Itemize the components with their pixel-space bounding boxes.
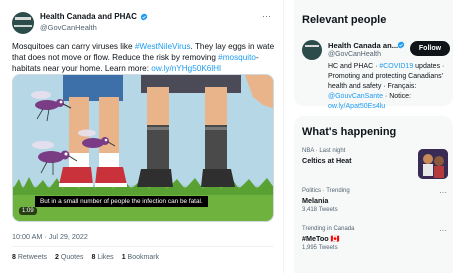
video-caption: But in a small number of people the infe… [35,196,208,207]
trend-title: #MeToo 🇨🇦 [302,234,340,243]
retweets-stat[interactable]: 8 Retweets [12,254,47,261]
stat-count: 8 [12,254,16,261]
trend-more-icon[interactable]: ··· [439,188,447,197]
text-segment: that does not move or flow. Reduce the r… [12,53,219,62]
relevant-people-title: Relevant people [302,14,387,26]
tweet-text-line: habitats near your home. Learn more: ow.… [12,63,274,74]
url-link[interactable]: ow.ly/nYHg50K6lHl [151,64,221,73]
text-segment: . They lay eggs in water [190,42,274,51]
relevant-people-card: Relevant people Health Canada an... @Gov… [294,0,453,110]
avatar-flag [305,45,319,47]
author-name-row: Health Canada and PHAC [40,12,148,21]
tweet-text-line: that does not move or flow. Reduce the r… [12,52,274,63]
trend-count: 3,418 Tweets [302,207,338,213]
avatar-flag [15,17,31,20]
follow-button[interactable]: Follow [410,41,450,56]
person-bio: HC and PHAC · #COVID19 updates · Promoti… [328,62,452,112]
bio-line: @GouvCanSante · Notice: [328,92,452,102]
tweet-stats: 8 Retweets 2 Quotes 8 Likes 1 Bookmark [12,254,159,261]
person-handle: @GovCanHealth [328,51,382,58]
author-name[interactable]: Health Canada and PHAC [40,12,137,21]
text-segment: updates · [413,63,445,70]
tweet-column: Health Canada and PHAC @GovCanHealth ···… [0,0,283,273]
text-segment: - [255,53,259,62]
trend-item[interactable]: Trending in Canada #MeToo 🇨🇦 1,995 Tweet… [302,226,449,251]
text-segment: health and safety · Français: [328,83,417,90]
stat-count: 1 [121,254,126,261]
likes-stat[interactable]: 8 Likes [91,254,113,261]
more-options-icon[interactable]: ··· [262,11,271,21]
person-name[interactable]: Health Canada an... [328,41,404,50]
trend-count: 1,995 Tweets [302,245,338,251]
trend-thumbnail[interactable] [418,149,448,179]
trend-title: Melania [302,196,329,205]
stat-label: Likes [97,254,114,261]
divider [12,246,274,247]
author-avatar[interactable] [12,12,34,34]
trend-item[interactable]: Politics · Trending Melania 3,418 Tweets… [302,188,449,213]
quotes-stat[interactable]: 2 Quotes [55,254,83,261]
video-player[interactable]: But in a small number of people the infe… [12,74,274,222]
text-segment: Mosquitoes can carry viruses like [12,42,135,51]
text-segment: Promoting and protecting Canadians' [328,73,443,80]
basketball-photo-icon [418,149,448,179]
right-sidebar: Relevant people Health Canada an... @Gov… [284,0,453,273]
bio-line: ow.ly/Apat50Es4lu [328,102,452,112]
hashtag-link[interactable]: #WestNileVirus [135,42,191,51]
stat-count: 8 [91,254,96,261]
text-segment: habitats near your home. Learn more: [12,64,152,73]
verified-badge-icon [397,41,405,49]
bio-line: HC and PHAC · #COVID19 updates · [328,62,452,72]
person-avatar[interactable] [302,40,322,60]
bookmarks-stat[interactable]: 1 Bookmark [122,254,159,261]
verified-badge-icon [140,12,148,21]
url-link[interactable]: ow.ly/Apat50Es4lu [328,103,385,110]
bio-line: Promoting and protecting Canadians' [328,72,452,82]
hashtag-link[interactable]: #COVID19 [379,63,413,70]
tweet-timestamp[interactable]: 10:00 AM · Jul 29, 2022 [12,232,88,241]
video-duration: 1:09 [19,207,37,215]
whats-happening-card: What's happening NBA · Last night Celtic… [294,116,453,273]
trend-more-icon[interactable]: ··· [439,226,447,235]
stat-count: 2 [55,254,59,261]
mention-link[interactable]: @GouvCanSante [328,93,383,100]
avatar-wordmark [14,25,32,27]
trend-meta: Politics · Trending [302,188,350,194]
whats-happening-title: What's happening [302,126,397,138]
text-segment: HC and PHAC · [328,63,380,70]
stat-label: Quotes [60,254,84,261]
bio-line: health and safety · Français: [328,82,452,92]
author-handle: @GovCanHealth [40,23,97,32]
trend-meta: Trending in Canada [302,226,355,232]
text-segment: · Notice: [382,93,411,100]
tweet-text-line: Mosquitoes can carry viruses like #WestN… [12,41,274,52]
stat-label: Bookmark [127,254,160,261]
stat-label: Retweets [17,254,48,261]
tweet-text: Mosquitoes can carry viruses like #WestN… [12,41,274,74]
hashtag-link[interactable]: #mosquito [218,53,256,62]
